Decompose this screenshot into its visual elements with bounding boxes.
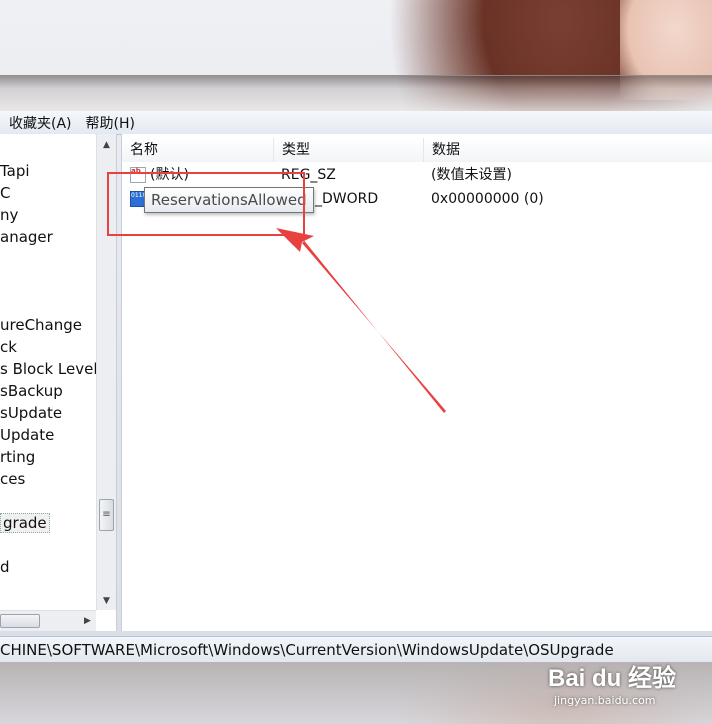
status-bar-path: CHINE\SOFTWARE\Microsoft\Windows\Current… <box>0 636 712 663</box>
watermark-url: jingyan.baidu.com <box>554 694 656 707</box>
annotation-arrow-icon <box>276 228 446 413</box>
watermark-logo: Bai du 经验 <box>548 665 677 692</box>
watermark: Bai du 经验 jingyan.baidu.com <box>548 664 698 718</box>
